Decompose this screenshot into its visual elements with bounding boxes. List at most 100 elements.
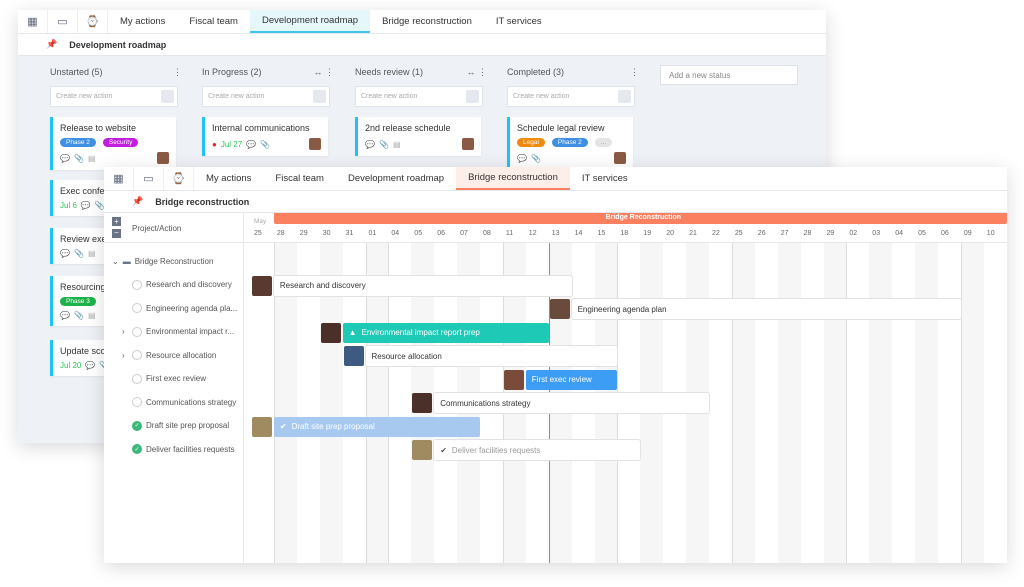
assign-user-icon[interactable] bbox=[313, 90, 326, 103]
task-bar[interactable]: First exec review bbox=[525, 369, 618, 390]
date-label: 07 bbox=[460, 230, 468, 237]
avatar bbox=[251, 416, 272, 437]
checkbox-icon[interactable]: ✓ bbox=[132, 279, 142, 290]
task-label: Deliver facilities requests bbox=[451, 445, 541, 455]
tab-it-services[interactable]: IT services bbox=[484, 10, 554, 33]
tab-fiscal-team[interactable]: Fiscal team bbox=[263, 167, 336, 190]
tab-fiscal-team[interactable]: Fiscal team bbox=[177, 10, 250, 33]
checkbox-icon[interactable]: ✓ bbox=[132, 420, 142, 431]
tag[interactable]: Phase 3 bbox=[60, 297, 96, 306]
action-card[interactable]: Internal communications ● Jul 27 💬 📎 bbox=[202, 117, 328, 156]
task-bar[interactable]: Engineering agenda plan bbox=[571, 299, 961, 319]
tab-bar: ▦ ▭ ⌚ My actions Fiscal team Development… bbox=[18, 10, 826, 34]
tag[interactable]: Legal bbox=[517, 138, 545, 147]
grid-icon[interactable]: ▦ bbox=[104, 167, 134, 190]
column-menu-icon[interactable]: ↔ ⋮ bbox=[313, 67, 334, 78]
avatar bbox=[251, 275, 272, 296]
tree-action-row[interactable]: ✓ Engineering agenda pla... bbox=[122, 298, 237, 318]
task-bar[interactable]: ▲ Environmental impact report prep bbox=[342, 322, 549, 343]
chevron-right-icon[interactable]: › bbox=[122, 351, 132, 360]
action-name: Research and discovery bbox=[146, 280, 232, 289]
tag[interactable]: Phase 2 bbox=[60, 138, 96, 147]
action-card[interactable]: 2nd release schedule 💬 📎 ▤ bbox=[355, 117, 481, 156]
checkbox-icon[interactable]: ✓ bbox=[132, 350, 142, 360]
tab-development-roadmap[interactable]: Development roadmap bbox=[249, 10, 371, 33]
date-label: 29 bbox=[299, 230, 308, 237]
add-status-input[interactable]: Add a new status bbox=[660, 65, 798, 85]
create-action-input[interactable]: Create new action bbox=[355, 86, 483, 107]
date-label: 03 bbox=[872, 230, 881, 237]
checkbox-icon[interactable]: ✓ bbox=[132, 444, 142, 454]
checkbox-icon[interactable]: ✓ bbox=[132, 303, 142, 313]
grid-icon[interactable]: ▦ bbox=[18, 10, 48, 33]
task-bar[interactable]: Research and discovery bbox=[273, 275, 572, 296]
card-tags: Phase 2 Security bbox=[60, 138, 169, 147]
action-card[interactable]: Release to website Phase 2 Security 💬 📎 ▤ bbox=[50, 117, 176, 170]
task-bar[interactable]: ✔ Draft site prep proposal bbox=[273, 416, 480, 437]
avatar bbox=[614, 152, 626, 164]
tree-project-row[interactable]: ⌄ ▬ Bridge Reconstruction bbox=[112, 251, 213, 271]
column-menu-icon[interactable]: ⋮ bbox=[173, 67, 182, 78]
tree-action-row[interactable]: ✓ Research and discovery bbox=[122, 275, 232, 295]
chevron-down-icon[interactable]: ⌄ bbox=[112, 257, 119, 266]
column-header: Unstarted (5) ⋮ bbox=[50, 67, 182, 77]
card-title: 2nd release schedule bbox=[365, 123, 451, 133]
column-menu-icon[interactable]: ↔ ⋮ bbox=[466, 67, 487, 78]
pin-icon[interactable]: 📌 bbox=[46, 39, 57, 50]
tree-action-row[interactable]: ✓ Draft site prep proposal bbox=[122, 416, 229, 436]
checkbox-icon[interactable]: ✓ bbox=[132, 397, 142, 407]
task-bar[interactable]: Resource allocation bbox=[365, 346, 618, 366]
create-action-input[interactable]: Create new action bbox=[50, 86, 178, 107]
collapse-all-icon[interactable]: − bbox=[112, 229, 121, 238]
card-icon[interactable]: ▭ bbox=[48, 10, 78, 33]
watch-icon[interactable]: ⌚ bbox=[78, 10, 108, 33]
task-label: Research and discovery bbox=[279, 281, 366, 290]
tree-action-row[interactable]: › ✓ Resource allocation bbox=[122, 345, 216, 365]
tag[interactable]: Security bbox=[102, 138, 139, 147]
project-summary-bar[interactable]: Bridge Reconstruction bbox=[273, 213, 1007, 224]
task-bar[interactable]: ✔ Deliver facilities requests bbox=[434, 440, 641, 460]
tab-development-roadmap[interactable]: Development roadmap bbox=[336, 167, 456, 190]
column-stripe bbox=[823, 243, 847, 563]
tab-bridge-reconstruction[interactable]: Bridge reconstruction bbox=[456, 167, 570, 190]
check-icon: ✔ bbox=[440, 445, 447, 455]
task-label: First exec review bbox=[531, 375, 592, 384]
assign-user-icon[interactable] bbox=[466, 90, 479, 103]
tab-bridge-reconstruction[interactable]: Bridge reconstruction bbox=[370, 10, 484, 33]
tag[interactable]: ... bbox=[594, 138, 613, 147]
date-label: 20 bbox=[666, 230, 674, 237]
assign-user-icon[interactable] bbox=[161, 90, 174, 103]
watch-icon[interactable]: ⌚ bbox=[164, 167, 194, 190]
date-label: 22 bbox=[712, 230, 720, 237]
pin-icon[interactable]: 📌 bbox=[132, 196, 143, 207]
card-icon[interactable]: ▭ bbox=[134, 167, 164, 190]
document-icon: ▤ bbox=[87, 249, 96, 258]
create-action-input[interactable]: Create new action bbox=[507, 86, 635, 107]
task-label: Communications strategy bbox=[440, 398, 531, 408]
assign-user-icon[interactable] bbox=[618, 90, 631, 103]
warning-icon: ▲ bbox=[348, 328, 357, 337]
date-label: 08 bbox=[483, 230, 491, 237]
expand-all-icon[interactable]: + bbox=[112, 217, 121, 226]
tree-action-row[interactable]: ✓ First exec review bbox=[122, 369, 206, 389]
tree-action-row[interactable]: ✓ Deliver facilities requests bbox=[122, 439, 234, 459]
checkbox-icon[interactable]: ✓ bbox=[132, 373, 142, 384]
week-divider bbox=[960, 243, 962, 563]
date-label: 02 bbox=[849, 230, 858, 237]
column-title: Needs review (1) bbox=[355, 67, 424, 77]
tab-my-actions[interactable]: My actions bbox=[108, 10, 177, 33]
card-meta: 💬 📎 bbox=[517, 152, 626, 164]
column-menu-icon[interactable]: ⋮ bbox=[630, 67, 639, 78]
tab-my-actions[interactable]: My actions bbox=[194, 167, 263, 190]
action-card[interactable]: Schedule legal review Legal Phase 2... 💬 📎 bbox=[507, 117, 633, 170]
task-bar[interactable]: Communications strategy bbox=[434, 393, 709, 413]
chevron-right-icon[interactable]: › bbox=[122, 327, 132, 336]
tree-action-row[interactable]: › ✓ Environmental impact r... bbox=[122, 322, 234, 342]
tag[interactable]: Phase 2 bbox=[551, 138, 588, 147]
card-tags: Legal Phase 2... bbox=[517, 138, 626, 147]
date-label: 18 bbox=[620, 230, 629, 237]
checkbox-icon[interactable]: ✓ bbox=[132, 326, 142, 337]
create-action-input[interactable]: Create new action bbox=[202, 86, 330, 107]
tree-action-row[interactable]: ✓ Communications strategy bbox=[122, 392, 236, 412]
tab-it-services[interactable]: IT services bbox=[570, 167, 640, 190]
